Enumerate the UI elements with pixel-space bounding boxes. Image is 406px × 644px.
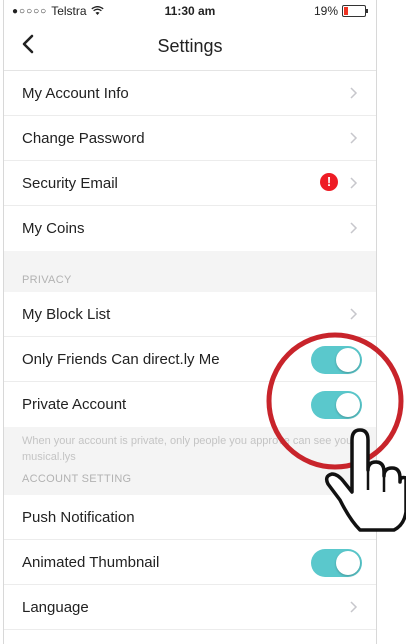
animated-thumbnail-toggle[interactable]: [311, 549, 362, 577]
toggle-knob: [336, 348, 360, 372]
row-label: My Block List: [22, 305, 111, 323]
row-language[interactable]: Language: [4, 585, 376, 630]
private-account-toggle[interactable]: [311, 391, 362, 419]
status-bar: ●○○○○ Telstra 11:30 am 19%: [4, 0, 376, 22]
row-label: Only Friends Can direct.ly Me: [22, 350, 220, 368]
row-security-email[interactable]: Security Email !: [4, 161, 376, 206]
chevron-right-icon: [350, 132, 358, 144]
row-label: Change Password: [22, 129, 145, 147]
row-label: My Coins: [22, 220, 85, 237]
row-label: My Account Info: [22, 84, 129, 102]
row-my-coins[interactable]: My Coins: [4, 206, 376, 251]
chevron-right-icon: [350, 511, 358, 523]
chevron-right-icon: [350, 601, 358, 613]
toggle-knob: [336, 393, 360, 417]
private-account-footnote: When your account is private, only peopl…: [4, 427, 376, 471]
chevron-right-icon: [350, 177, 358, 189]
settings-list: My Account Info Change Password Security…: [4, 71, 376, 630]
battery-percent: 19%: [313, 4, 338, 18]
section-header-privacy: PRIVACY: [4, 251, 376, 292]
row-change-password[interactable]: Change Password: [4, 116, 376, 161]
row-private-account: Private Account: [4, 382, 376, 427]
battery-level: [344, 7, 348, 15]
row-label: Security Email: [22, 174, 118, 192]
row-label: Language: [22, 598, 89, 616]
row-label: Private Account: [22, 396, 127, 413]
chevron-right-icon: [350, 87, 358, 99]
row-push-notification[interactable]: Push Notification: [4, 495, 376, 540]
section-header-account-setting: ACCOUNT SETTING: [4, 471, 376, 495]
toggle-knob: [336, 551, 360, 575]
chevron-right-icon: [350, 222, 358, 234]
row-label: Push Notification: [22, 508, 135, 526]
exclamation-circle-icon: !: [320, 173, 338, 191]
nav-bar: Settings: [4, 22, 376, 71]
phone-screen: ●○○○○ Telstra 11:30 am 19% Settings My A…: [3, 0, 377, 644]
only-friends-toggle[interactable]: [311, 346, 362, 374]
row-label: Animated Thumbnail: [22, 553, 160, 571]
row-animated-thumbnail: Animated Thumbnail: [4, 540, 376, 585]
row-my-block-list[interactable]: My Block List: [4, 292, 376, 337]
chevron-right-icon: [350, 308, 358, 320]
battery-icon: [342, 5, 368, 17]
page-title: Settings: [157, 36, 223, 56]
row-only-friends-direct: Only Friends Can direct.ly Me: [4, 337, 376, 382]
row-my-account-info[interactable]: My Account Info: [4, 71, 376, 116]
